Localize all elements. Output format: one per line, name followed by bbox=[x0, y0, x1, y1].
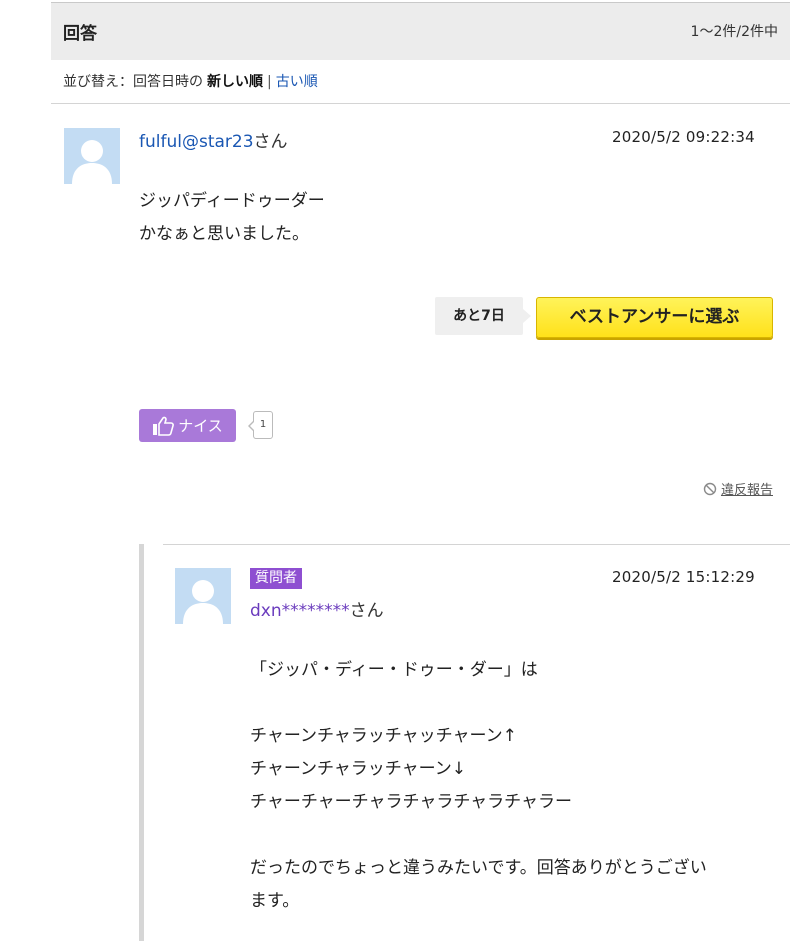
answerer-username: fulful@star23さん bbox=[139, 127, 288, 152]
best-answer-button[interactable]: ベストアンサーに選ぶ bbox=[536, 297, 773, 338]
reply-line: チャーンチャラッチャーン↓ bbox=[250, 759, 467, 779]
answer-timestamp: 2020/5/2 09:22:34 bbox=[612, 128, 755, 146]
user-silhouette-icon bbox=[183, 580, 223, 624]
reply-thread-bar bbox=[139, 544, 144, 941]
divider bbox=[163, 544, 790, 545]
reply-line: だったのでちょっと違うみたいです。回答ありがとうござい bbox=[250, 858, 707, 878]
asker-badge: 質問者 bbox=[250, 568, 302, 589]
sort-oldest-link[interactable]: 古い順 bbox=[276, 74, 318, 90]
honorific: さん bbox=[349, 601, 384, 621]
reply-line: チャーンチャラッチャッチャーン↑ bbox=[250, 726, 517, 746]
thumbs-up-icon bbox=[153, 416, 175, 436]
honorific: さん bbox=[253, 132, 288, 152]
answers-count: 1〜2件/2件中 bbox=[690, 24, 778, 40]
reply-blank-line bbox=[250, 687, 707, 720]
asker-avatar[interactable] bbox=[175, 568, 231, 624]
answerer-name-link[interactable]: fulful@star23 bbox=[139, 132, 254, 152]
answerer-avatar[interactable] bbox=[64, 128, 120, 184]
sort-bar: 並び替え：回答日時の 新しい順 | 古い順 bbox=[63, 71, 318, 91]
reply-body: 「ジッパ・ディー・ドゥー・ダー」は チャーンチャラッチャッチャーン↑ チャーンチ… bbox=[250, 654, 707, 918]
reply-timestamp: 2020/5/2 15:12:29 bbox=[612, 568, 755, 586]
sort-prefix: 並び替え：回答日時の bbox=[63, 74, 203, 90]
user-silhouette-icon bbox=[72, 140, 112, 184]
reply-blank-line bbox=[250, 819, 707, 852]
answer-line: ジッパディードゥーダー bbox=[139, 191, 325, 211]
asker-username: dxn********さん bbox=[250, 596, 384, 621]
reply-line: チャーチャーチャラチャラチャラチャラー bbox=[250, 792, 572, 812]
report-link[interactable]: 違反報告 bbox=[721, 479, 773, 498]
prohibited-icon bbox=[703, 482, 717, 495]
nice-label: ナイス bbox=[178, 417, 223, 435]
answer-body: ジッパディードゥーダー かなぁと思いました。 bbox=[139, 185, 325, 251]
sort-newest-active: 新しい順 bbox=[207, 74, 263, 90]
remaining-days-label: あと7日 bbox=[435, 297, 531, 335]
reply-line: 「ジッパ・ディー・ドゥー・ダー」は bbox=[250, 660, 538, 680]
answers-title: 回答 bbox=[63, 24, 97, 44]
divider bbox=[51, 103, 790, 104]
report-link-container: 違反報告 bbox=[703, 479, 773, 498]
nice-button[interactable]: ナイス bbox=[139, 409, 236, 442]
answers-header: 回答 1〜2件/2件中 bbox=[51, 2, 790, 60]
asker-name-link[interactable]: dxn******** bbox=[250, 601, 350, 621]
sort-separator: | bbox=[267, 74, 272, 90]
reply-line: ます。 bbox=[250, 891, 300, 911]
answer-line: かなぁと思いました。 bbox=[139, 224, 309, 244]
nice-count: 1 bbox=[248, 411, 273, 439]
